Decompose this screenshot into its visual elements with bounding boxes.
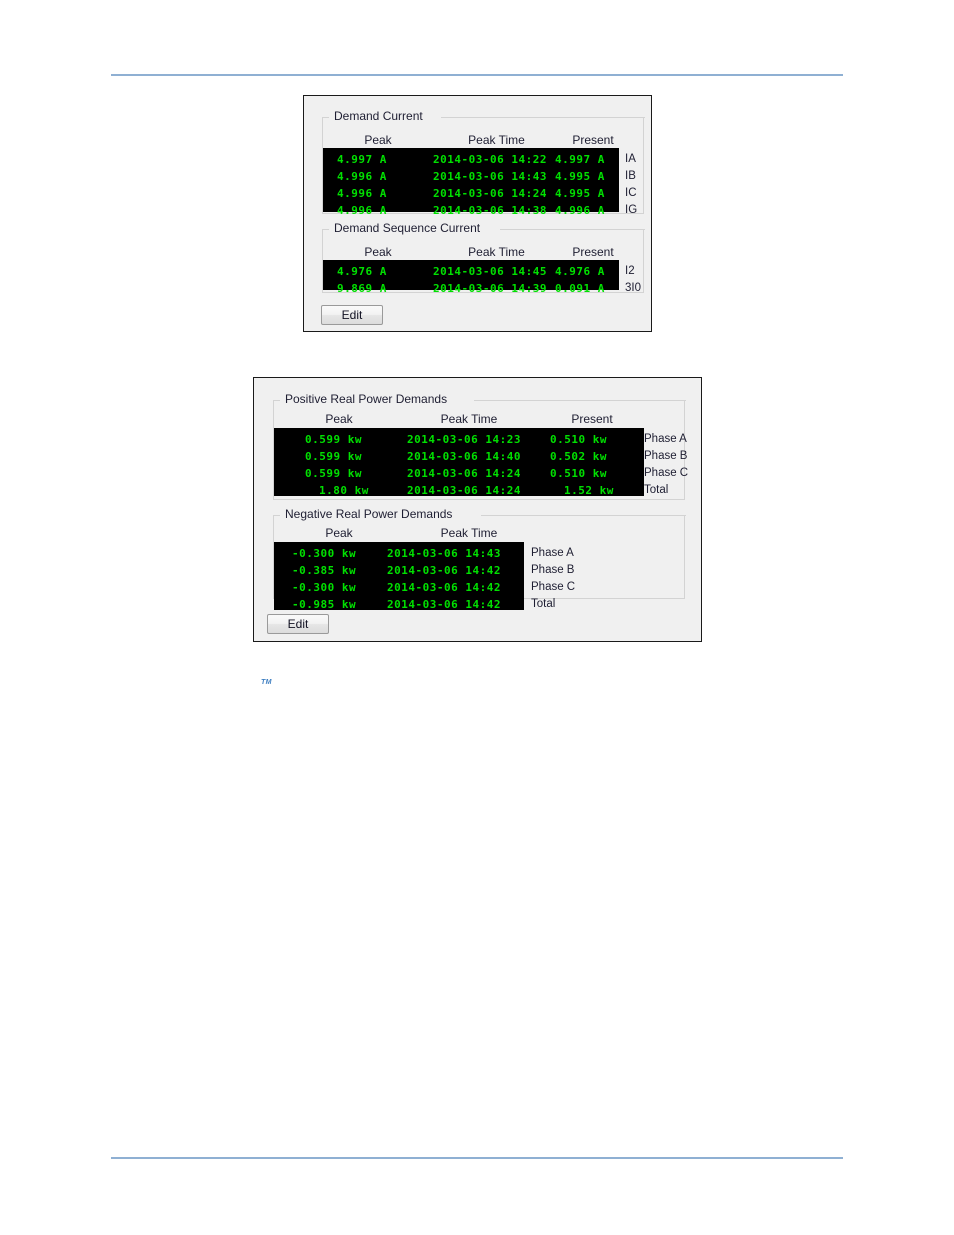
demand-current-peaktime-ic: 2014-03-06 14:24: [433, 187, 547, 200]
positive-power-present-phase-c: 0.510 kw: [550, 467, 607, 480]
table-row: 4.976 A 2014-03-06 14:45 4.976 A: [323, 263, 619, 280]
positive-power-header-peak: Peak: [325, 412, 353, 426]
table-row: 4.996 A 2014-03-06 14:24 4.995 A: [323, 185, 619, 202]
demand-current-peaktime-ib: 2014-03-06 14:43: [433, 170, 547, 183]
negative-power-label-phase-c: Phase C: [531, 581, 576, 593]
demand-current-peak-ig: 4.996 A: [337, 204, 387, 217]
positive-real-power-readout: 0.599 kw 2014-03-06 14:23 0.510 kw 0.599…: [274, 428, 644, 499]
negative-power-peaktime-phase-c: 2014-03-06 14:42: [387, 581, 501, 594]
demand-current-label-ig: IG: [625, 204, 638, 216]
table-row: 0.599 kw 2014-03-06 14:40 0.502 kw: [274, 448, 644, 465]
demand-current-peak-ic: 4.996 A: [337, 187, 387, 200]
edit-button-real-power[interactable]: Edit: [267, 614, 329, 634]
table-row: -0.300 kw 2014-03-06 14:43: [274, 545, 524, 562]
positive-power-peaktime-phase-a: 2014-03-06 14:23: [407, 433, 521, 446]
positive-power-peak-total: 1.80 kw: [319, 484, 369, 497]
demand-current-peak-ib: 4.996 A: [337, 170, 387, 183]
edit-button-demand-current[interactable]: Edit: [321, 305, 383, 325]
demand-current-peaktime-ia: 2014-03-06 14:22: [433, 153, 547, 166]
positive-power-label-phase-b: Phase B: [644, 450, 688, 462]
negative-power-peaktime-phase-a: 2014-03-06 14:43: [387, 547, 501, 560]
demand-sequence-current-readout: 4.976 A 2014-03-06 14:45 4.976 A 9.869 A…: [323, 260, 619, 295]
demand-sequence-peaktime-i2: 2014-03-06 14:45: [433, 265, 547, 278]
demand-current-label-ia: IA: [625, 153, 636, 165]
negative-real-power-readout: -0.300 kw 2014-03-06 14:43 -0.385 kw 201…: [274, 542, 524, 613]
positive-power-header-present: Present: [571, 412, 613, 426]
negative-real-power-legend: Negative Real Power Demands: [282, 507, 456, 521]
negative-power-peaktime-phase-b: 2014-03-06 14:42: [387, 564, 501, 577]
demand-current-peaktime-ig: 2014-03-06 14:38: [433, 204, 547, 217]
positive-power-peaktime-total: 2014-03-06 14:24: [407, 484, 521, 497]
demand-current-present-ig: 4.996 A: [555, 204, 605, 217]
positive-power-peak-phase-a: 0.599 kw: [305, 433, 362, 446]
demand-current-panel: Demand Current Peak Peak Time Present 4.…: [303, 95, 652, 332]
negative-power-header-peak-time: Peak Time: [440, 526, 498, 540]
table-row: 1.80 kw 2014-03-06 14:24 1.52 kw: [274, 482, 644, 499]
demand-sequence-label-3i0: 3I0: [625, 282, 641, 294]
demand-current-present-ia: 4.997 A: [555, 153, 605, 166]
positive-power-header-peak-time: Peak Time: [440, 412, 498, 426]
positive-power-label-phase-a: Phase A: [644, 433, 687, 445]
demand-current-header-peak-time: Peak Time: [468, 133, 525, 147]
demand-current-legend: Demand Current: [331, 109, 426, 123]
positive-power-present-total: 1.52 kw: [564, 484, 614, 497]
positive-power-peaktime-phase-c: 2014-03-06 14:24: [407, 467, 521, 480]
demand-sequence-present-3i0: 0.091 A: [555, 282, 605, 295]
table-row: 0.599 kw 2014-03-06 14:24 0.510 kw: [274, 465, 644, 482]
positive-power-label-total: Total: [644, 484, 669, 496]
positive-power-label-phase-c: Phase C: [644, 467, 689, 479]
footer-divider: [111, 1157, 843, 1159]
table-row: 0.599 kw 2014-03-06 14:23 0.510 kw: [274, 431, 644, 448]
negative-power-peak-phase-c: -0.300 kw: [292, 581, 357, 594]
table-row: 4.996 A 2014-03-06 14:43 4.995 A: [323, 168, 619, 185]
negative-power-peak-phase-a: -0.300 kw: [292, 547, 357, 560]
trademark-mark: TM: [261, 679, 272, 686]
negative-power-header-peak: Peak: [325, 526, 353, 540]
demand-sequence-header-present: Present: [572, 245, 614, 259]
demand-current-readout: 4.997 A 2014-03-06 14:22 4.997 A 4.996 A…: [323, 148, 619, 217]
demand-current-present-ib: 4.995 A: [555, 170, 605, 183]
demand-sequence-header-peak-time: Peak Time: [468, 245, 525, 259]
header-divider: [111, 74, 843, 76]
demand-current-label-ib: IB: [625, 170, 636, 182]
negative-power-label-total: Total: [531, 598, 556, 610]
table-row: -0.385 kw 2014-03-06 14:42: [274, 562, 524, 579]
demand-sequence-header-peak: Peak: [364, 245, 392, 259]
positive-power-peaktime-phase-b: 2014-03-06 14:40: [407, 450, 521, 463]
positive-power-peak-phase-b: 0.599 kw: [305, 450, 362, 463]
negative-power-peak-phase-b: -0.385 kw: [292, 564, 357, 577]
demand-current-peak-ia: 4.997 A: [337, 153, 387, 166]
demand-current-header-present: Present: [572, 133, 614, 147]
positive-real-power-legend: Positive Real Power Demands: [282, 392, 451, 406]
demand-sequence-peak-i2: 4.976 A: [337, 265, 387, 278]
positive-power-present-phase-a: 0.510 kw: [550, 433, 607, 446]
negative-power-peak-total: -0.985 kw: [292, 598, 357, 611]
negative-power-peaktime-total: 2014-03-06 14:42: [387, 598, 501, 611]
real-power-demands-panel: Positive Real Power Demands Peak Peak Ti…: [253, 377, 702, 642]
demand-sequence-current-legend: Demand Sequence Current: [331, 221, 484, 235]
table-row: -0.300 kw 2014-03-06 14:42: [274, 579, 524, 596]
demand-sequence-present-i2: 4.976 A: [555, 265, 605, 278]
table-row: -0.985 kw 2014-03-06 14:42: [274, 596, 524, 613]
negative-power-label-phase-b: Phase B: [531, 564, 575, 576]
demand-sequence-label-i2: I2: [625, 265, 635, 277]
table-row: 4.997 A 2014-03-06 14:22 4.997 A: [323, 151, 619, 168]
table-row: 4.996 A 2014-03-06 14:38 4.996 A: [323, 202, 619, 219]
positive-power-present-phase-b: 0.502 kw: [550, 450, 607, 463]
demand-sequence-peaktime-3i0: 2014-03-06 14:39: [433, 282, 547, 295]
demand-current-header-peak: Peak: [364, 133, 392, 147]
demand-current-present-ic: 4.995 A: [555, 187, 605, 200]
demand-sequence-peak-3i0: 9.869 A: [337, 282, 387, 295]
negative-power-label-phase-a: Phase A: [531, 547, 574, 559]
table-row: 9.869 A 2014-03-06 14:39 0.091 A: [323, 280, 619, 297]
positive-power-peak-phase-c: 0.599 kw: [305, 467, 362, 480]
demand-current-label-ic: IC: [625, 187, 637, 199]
